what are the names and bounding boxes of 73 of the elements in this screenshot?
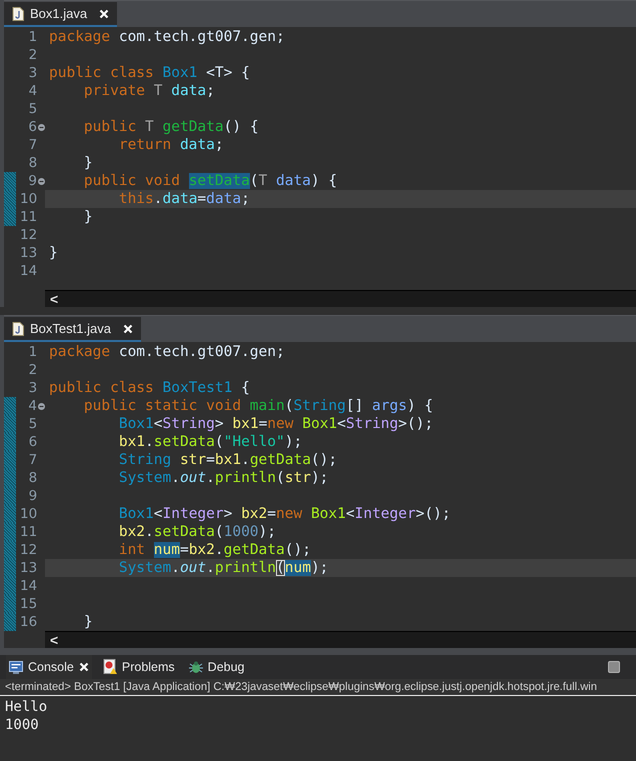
editor-tab[interactable]: Box1.java xyxy=(4,2,118,27)
line-number: 10 xyxy=(18,506,38,522)
close-icon[interactable] xyxy=(122,324,133,334)
bug-icon xyxy=(188,660,203,674)
close-icon[interactable] xyxy=(78,662,89,672)
code-line: } xyxy=(82,154,94,172)
java-file-icon xyxy=(12,322,24,336)
view-tab[interactable]: Console xyxy=(6,655,92,679)
line-number: 4 xyxy=(27,398,37,414)
code-line: int num=bx2.getData(); xyxy=(118,541,312,559)
line-number: 12 xyxy=(18,227,38,243)
code-line: return data; xyxy=(118,136,225,154)
line-number: 3 xyxy=(28,380,38,396)
view-tab[interactable]: Problems xyxy=(100,655,178,679)
code-line: Box1<Integer> bx2=new Box1<Integer>(); xyxy=(118,505,452,523)
line-number: 14 xyxy=(18,578,38,594)
scroll-left-button[interactable]: < xyxy=(45,633,58,647)
collapse-icon[interactable] xyxy=(38,122,45,132)
line-number: 6 xyxy=(28,434,38,450)
line-number: 16 xyxy=(18,614,38,630)
editor-tab[interactable]: BoxTest1.java xyxy=(4,317,141,342)
code-line: System.out.println(str); xyxy=(118,469,330,487)
line-number: 6 xyxy=(27,119,37,135)
code-line: } xyxy=(82,613,94,631)
code-line: } xyxy=(48,244,59,262)
line-number: 15 xyxy=(18,596,38,612)
code-line: public class Box1 <T> { xyxy=(48,64,251,82)
java-file-icon xyxy=(12,6,24,20)
line-number: 8 xyxy=(28,155,38,171)
code-line: public void setData(T data) { xyxy=(82,172,338,190)
line-number: 7 xyxy=(28,137,38,153)
code-line: package com.tech.gt007.gen; xyxy=(48,343,286,361)
line-number: 11 xyxy=(18,524,38,540)
code-line: public static void main(String[] args) { xyxy=(82,397,434,415)
code-line: String str=bx1.getData(); xyxy=(118,451,338,469)
horizontal-scrollbar[interactable]: < xyxy=(45,631,636,648)
collapse-icon[interactable] xyxy=(38,176,45,186)
code-line: bx2.setData(1000); xyxy=(118,523,277,541)
monitor-icon xyxy=(9,660,23,674)
code-line: } xyxy=(82,208,94,226)
horizontal-scrollbar[interactable]: < xyxy=(45,290,636,307)
line-number: 9 xyxy=(27,173,37,189)
line-number: 8 xyxy=(28,470,38,486)
line-number: 5 xyxy=(28,416,38,432)
view-tab[interactable]: Debug xyxy=(186,655,248,679)
code-line: bx1.setData("Hello"); xyxy=(118,433,304,451)
process-status: <terminated> BoxTest1 [Java Application] C:₩23javaset₩eclipse₩plugins₩org.eclipse.justj.openjdk.hotspot.jre.full.win xyxy=(0,679,636,696)
line-number: 3 xyxy=(28,65,38,81)
scroll-left-button[interactable]: < xyxy=(45,292,58,306)
line-number: 1 xyxy=(28,29,38,45)
console-output: Hello xyxy=(5,698,48,716)
line-number: 4 xyxy=(28,83,38,99)
close-icon[interactable] xyxy=(99,8,110,18)
line-number: 5 xyxy=(28,101,38,117)
line-number: 1 xyxy=(28,344,38,360)
line-number: 11 xyxy=(18,209,38,225)
code-line: public T getData() { xyxy=(82,118,260,136)
code-line: package com.tech.gt007.gen; xyxy=(48,28,286,46)
problems-icon xyxy=(102,659,117,675)
line-number: 14 xyxy=(18,263,38,279)
line-number: 2 xyxy=(28,362,38,378)
line-number: 7 xyxy=(28,452,38,468)
line-number: 12 xyxy=(18,542,38,558)
line-number: 9 xyxy=(28,488,38,504)
collapse-icon[interactable] xyxy=(38,402,45,410)
line-number: 13 xyxy=(18,245,38,261)
code-line: Box1<String> bx1=new Box1<String>(); xyxy=(118,415,434,433)
code-line: public class BoxTest1 { xyxy=(48,379,251,397)
line-number: 13 xyxy=(18,560,38,576)
code-line: private T data; xyxy=(82,82,216,100)
line-number: 10 xyxy=(18,191,38,207)
line-number: 2 xyxy=(28,47,38,63)
console-output: 1000 xyxy=(5,716,40,734)
